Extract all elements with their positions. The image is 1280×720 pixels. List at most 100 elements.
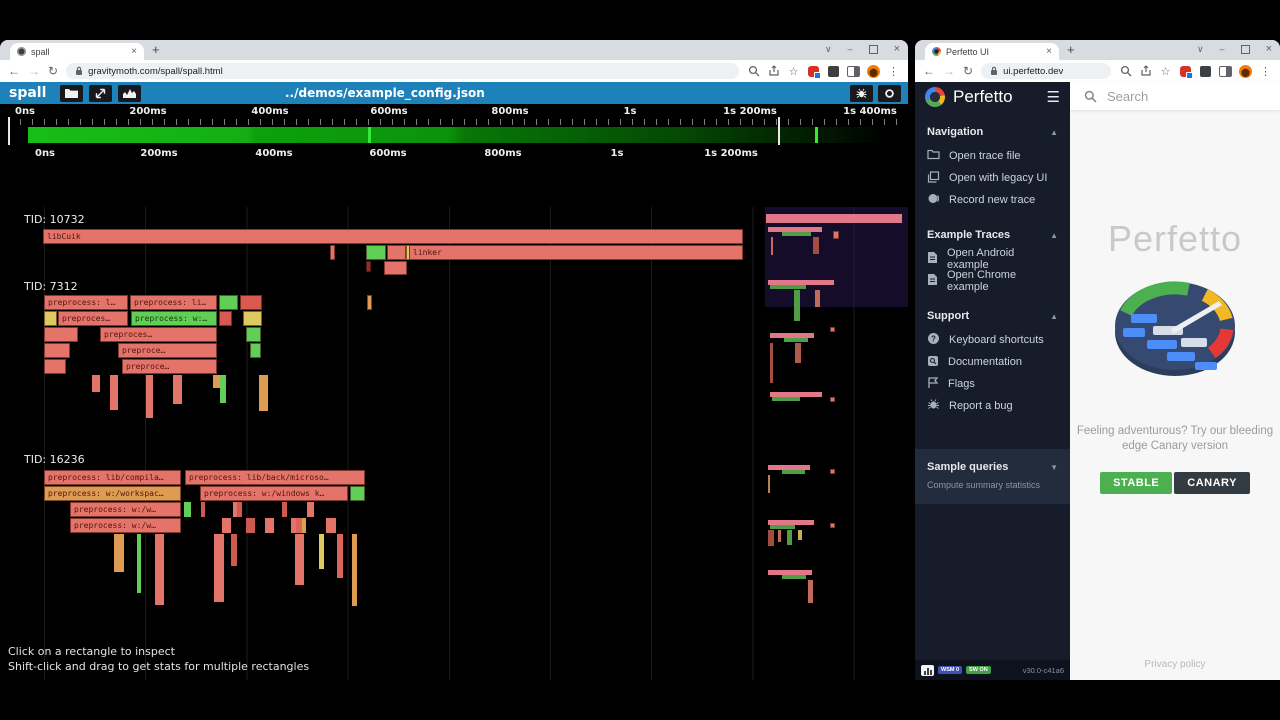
flame-bar[interactable]: preprocess: w:/w… (70, 502, 181, 517)
sidebar-item-report-a-bug[interactable]: Report a bug (927, 395, 1058, 417)
side-panel-icon[interactable] (1219, 65, 1232, 78)
flame-bar[interactable] (307, 502, 314, 517)
measure-button[interactable] (89, 85, 112, 102)
sample-queries-section[interactable]: Sample queries ▼ Compute summary statist… (915, 449, 1070, 504)
flame-bar[interactable] (265, 518, 274, 533)
debug-button[interactable] (850, 85, 873, 102)
maximize-button[interactable] (1241, 45, 1250, 54)
flame-bar[interactable] (830, 397, 835, 402)
flame-bar[interactable] (768, 475, 770, 493)
settings-button[interactable] (878, 85, 901, 102)
flame-bar[interactable] (350, 486, 365, 501)
flame-bar[interactable]: preproces… (58, 311, 128, 326)
profile-avatar[interactable] (1239, 65, 1252, 78)
share-icon[interactable] (1139, 65, 1152, 78)
flame-bar[interactable] (243, 311, 262, 326)
privacy-policy-link[interactable]: Privacy policy (1070, 659, 1280, 670)
flame-bar[interactable] (137, 534, 141, 593)
flame-bar[interactable]: preproces… (100, 327, 217, 342)
flame-bar[interactable] (155, 534, 164, 605)
flame-bar[interactable] (237, 502, 242, 517)
sidebar-item-record-new-trace[interactable]: Record new trace (927, 189, 1058, 211)
bookmark-star-icon[interactable]: ☆ (787, 65, 800, 78)
flame-bar[interactable] (44, 359, 66, 374)
flame-bar[interactable]: preprocess: w:/w… (70, 518, 181, 533)
stats-button[interactable] (118, 85, 141, 102)
extension-dark-icon[interactable] (827, 65, 840, 78)
flame-bar[interactable] (295, 534, 304, 585)
flame-bar[interactable] (220, 375, 226, 403)
sidebar-item-open-android-example[interactable]: Open Android example (927, 248, 1058, 270)
flame-bar[interactable]: preprocess: lib/back/microso… (185, 470, 365, 485)
flame-bar[interactable] (795, 343, 801, 363)
flame-bar[interactable] (787, 530, 792, 545)
flame-bar[interactable]: preprocess: li… (130, 295, 217, 310)
extension-red-icon[interactable] (1179, 65, 1192, 78)
flame-bar[interactable] (326, 518, 336, 533)
flame-bar[interactable] (213, 375, 220, 388)
extension-dark-icon[interactable] (1199, 65, 1212, 78)
address-bar[interactable]: ui.perfetto.dev (981, 63, 1111, 79)
back-icon[interactable]: ← (923, 65, 935, 77)
flame-bar[interactable] (830, 327, 835, 332)
stable-button[interactable]: STABLE (1100, 472, 1172, 494)
extension-red-icon[interactable] (807, 65, 820, 78)
sidebar-item-keyboard-shortcuts[interactable]: ?Keyboard shortcuts (927, 329, 1058, 351)
flame-bar[interactable]: linker (409, 245, 743, 260)
minimap-cursor-line[interactable] (8, 117, 10, 146)
flame-bar[interactable] (808, 580, 813, 603)
flame-bar[interactable]: preprocess: w:/windows k… (200, 486, 348, 501)
flame-bar[interactable] (302, 518, 306, 533)
flame-bar[interactable]: preprocess: w:/workspac… (44, 486, 181, 501)
flame-bar[interactable] (92, 375, 100, 392)
flame-bar[interactable] (173, 375, 182, 404)
flame-bar[interactable] (830, 469, 835, 474)
flame-bar[interactable] (250, 343, 261, 358)
flame-bar[interactable] (259, 375, 268, 411)
flame-bar[interactable] (146, 375, 153, 418)
zoom-icon[interactable] (1119, 65, 1132, 78)
address-bar[interactable]: gravitymoth.com/spall/spall.html (66, 63, 739, 79)
minimap-cursor-line[interactable] (778, 117, 780, 146)
flame-bar[interactable] (110, 375, 118, 410)
profile-avatar[interactable] (867, 65, 880, 78)
flame-bar[interactable] (214, 534, 224, 602)
flame-bar[interactable] (815, 290, 820, 307)
flame-bar[interactable] (231, 534, 237, 566)
flame-bar[interactable] (770, 343, 773, 383)
forward-icon[interactable]: → (943, 65, 955, 77)
open-file-button[interactable] (60, 85, 83, 102)
sidebar-item-documentation[interactable]: Documentation (927, 351, 1058, 373)
timeline-minimap[interactable]: 0ns200ms400ms600ms800ms1s1s 200ms1s 400m… (0, 104, 908, 145)
flame-bar[interactable] (830, 523, 835, 528)
minimize-button[interactable]: – (848, 44, 853, 54)
reload-icon[interactable]: ↻ (48, 65, 58, 77)
mini-span-bar[interactable] (766, 214, 902, 223)
flame-bar[interactable] (219, 295, 238, 310)
browser-menu-icon[interactable]: ⋮ (887, 65, 900, 78)
maximize-button[interactable] (869, 45, 878, 54)
canary-button[interactable]: CANARY (1174, 472, 1250, 494)
flame-bar[interactable] (219, 311, 232, 326)
sidebar-section-title[interactable]: Support▲ (927, 310, 1058, 322)
flame-bar[interactable] (768, 530, 774, 546)
close-button[interactable]: × (1266, 43, 1272, 55)
tab-close-icon[interactable]: × (1046, 47, 1052, 57)
flame-bar[interactable] (114, 534, 124, 572)
flame-bar[interactable]: preprocess: w:… (131, 311, 217, 326)
flame-bar[interactable] (330, 245, 335, 260)
flame-bar[interactable] (813, 237, 819, 254)
forward-icon[interactable]: → (28, 65, 40, 77)
browser-menu-icon[interactable]: ⋮ (1259, 65, 1272, 78)
tab-search-icon[interactable]: ∨ (1197, 44, 1204, 55)
flame-bar[interactable] (44, 327, 78, 342)
minimize-button[interactable]: – (1220, 44, 1225, 54)
flame-bar[interactable] (833, 231, 839, 239)
search-bar[interactable]: Search (1070, 82, 1280, 110)
flame-bar[interactable] (319, 534, 324, 569)
flame-bar[interactable] (246, 518, 255, 533)
reload-icon[interactable]: ↻ (963, 65, 973, 77)
side-panel-icon[interactable] (847, 65, 860, 78)
flame-bar[interactable] (384, 261, 407, 275)
flame-bar[interactable] (337, 534, 343, 578)
